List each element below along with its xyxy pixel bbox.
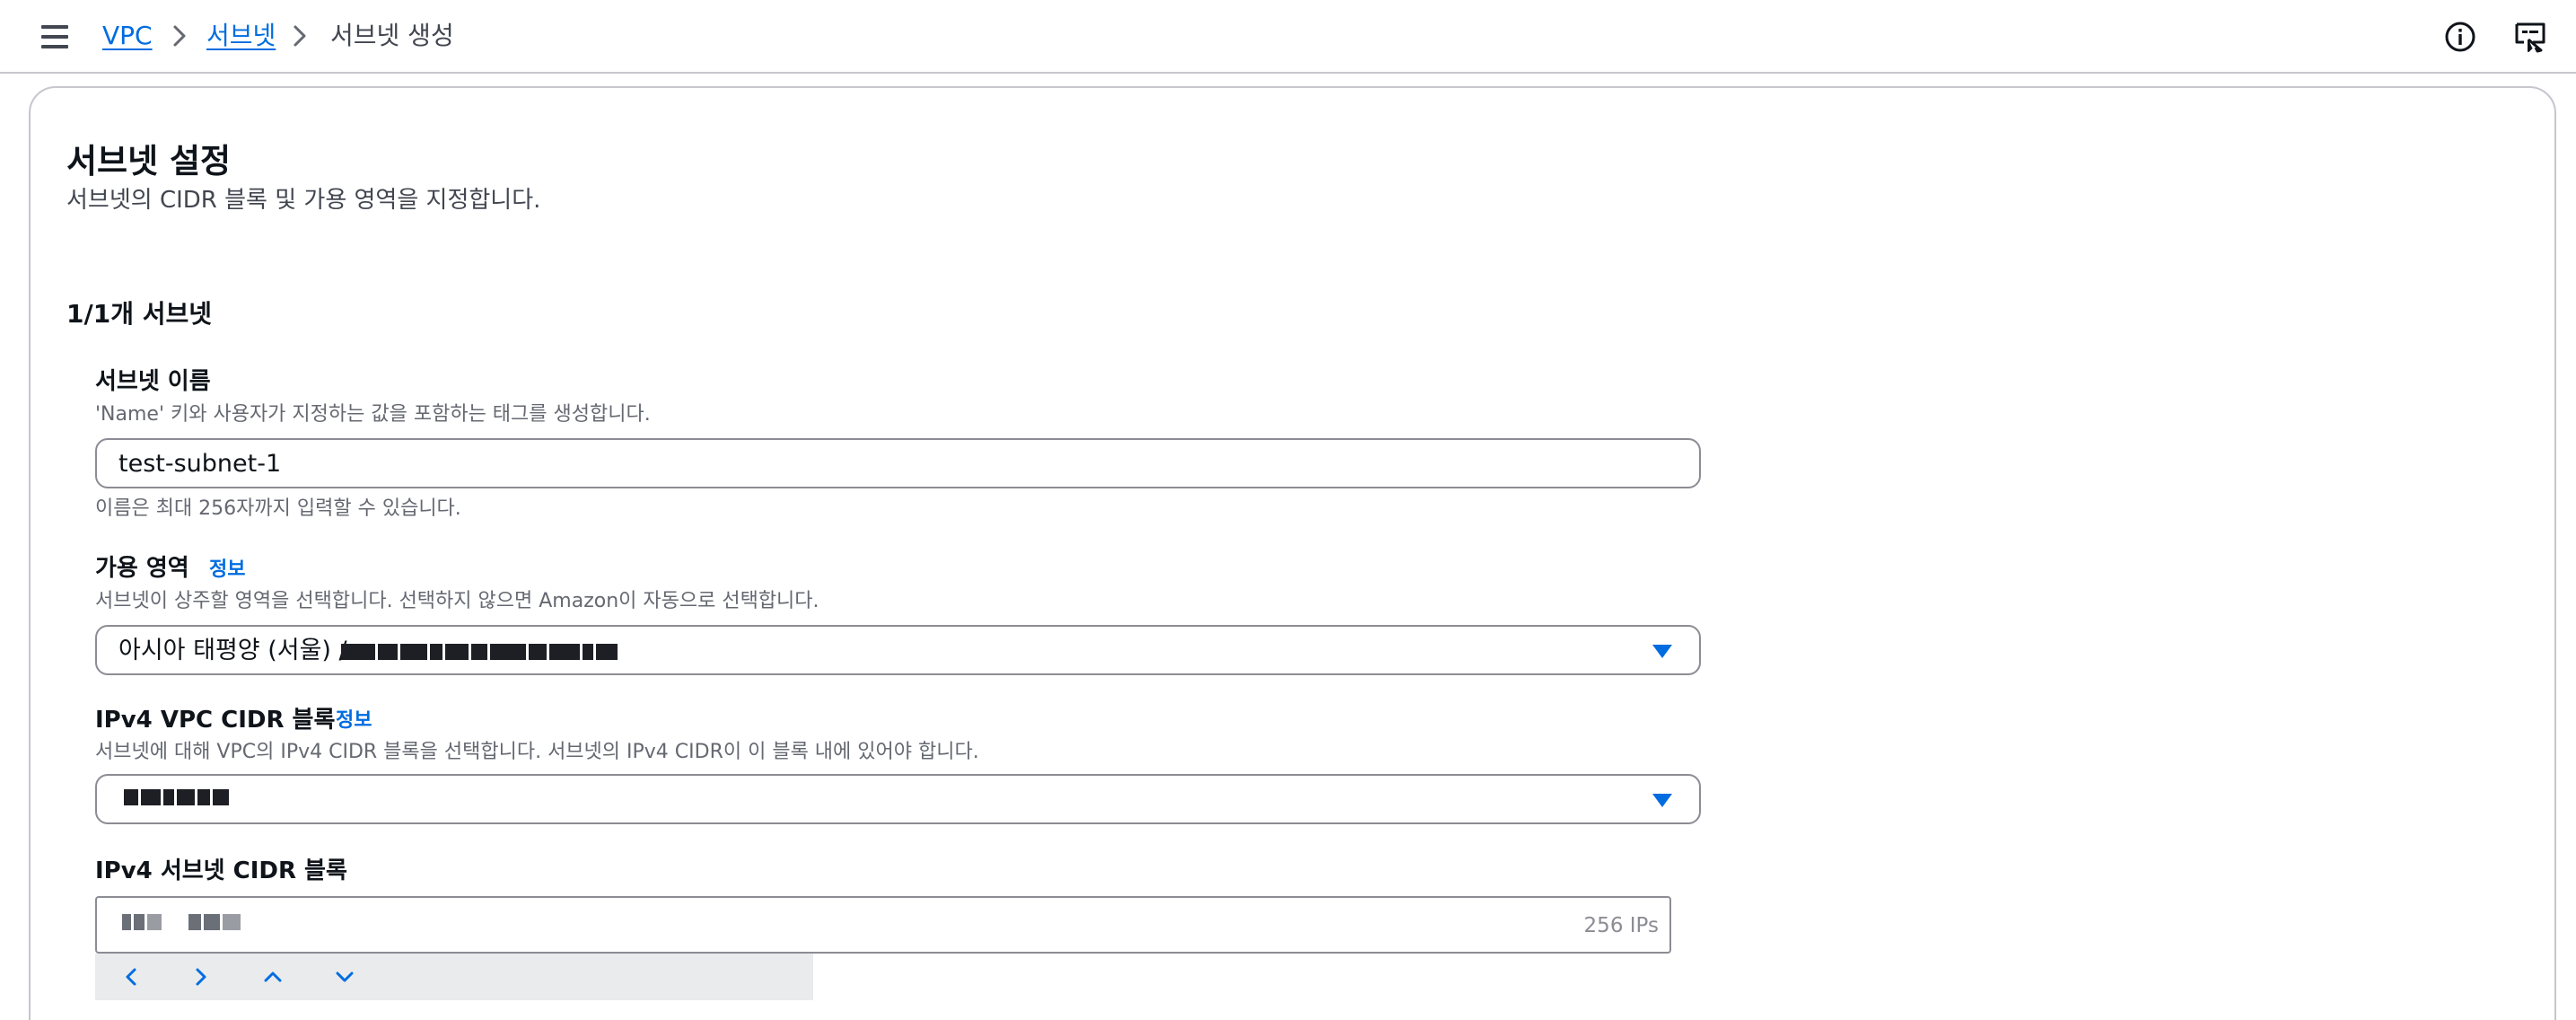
info-circle-icon[interactable] bbox=[2443, 20, 2477, 54]
availability-zone-select[interactable]: 아시아 태평양 (서울) / bbox=[95, 625, 1701, 675]
availability-zone-info-link[interactable]: 정보 bbox=[209, 557, 245, 584]
section-title: 서브넷 설정 bbox=[66, 142, 232, 180]
subnet-name-label: 서브넷 이름 bbox=[95, 368, 211, 395]
hamburger-menu-icon[interactable] bbox=[41, 25, 68, 48]
vpc-cidr-hint: 서브넷에 대해 VPC의 IPv4 CIDR 블록을 선택합니다. 서브넷의 I… bbox=[95, 741, 979, 763]
top-navigation-bar: VPC 서브넷 서브넷 생성 bbox=[0, 0, 2576, 74]
subnet-name-value: test-subnet-1 bbox=[118, 450, 282, 478]
availability-zone-hint: 서브넷이 상주할 영역을 선택합니다. 선택하지 않으면 Amazon이 자동으… bbox=[95, 590, 819, 612]
subnet-ip-count: 256 IPs bbox=[1583, 914, 1659, 937]
chevron-right-icon bbox=[294, 25, 306, 47]
redacted-vpc-cidr bbox=[124, 789, 232, 805]
chevron-right-icon[interactable] bbox=[187, 963, 215, 991]
subnet-cidr-stepper bbox=[95, 954, 813, 1000]
availability-zone-value: 아시아 태평양 (서울) / bbox=[118, 637, 347, 664]
redacted-zone-id bbox=[341, 644, 620, 660]
availability-zone-label: 가용 영역 bbox=[95, 555, 189, 582]
breadcrumb-subnets[interactable]: 서브넷 bbox=[206, 20, 276, 52]
subnet-name-input[interactable]: test-subnet-1 bbox=[95, 438, 1701, 488]
subnet-count-title: 1/1개 서브넷 bbox=[66, 299, 212, 329]
redacted-subnet-cidr bbox=[122, 914, 243, 930]
chevron-down-icon[interactable] bbox=[330, 963, 359, 991]
chevron-left-icon[interactable] bbox=[117, 963, 145, 991]
subnet-name-hint: 'Name' 키와 사용자가 지정하는 값을 포함하는 태그를 생성합니다. bbox=[95, 403, 651, 426]
subnet-name-constraint: 이름은 최대 256자까지 입력할 수 있습니다. bbox=[95, 497, 461, 520]
chevron-down-icon bbox=[1652, 794, 1672, 807]
subnet-cidr-input[interactable]: 256 IPs bbox=[95, 896, 1671, 954]
vpc-cidr-info-link[interactable]: 정보 bbox=[336, 708, 372, 734]
subnet-settings-container bbox=[29, 86, 2556, 1020]
breadcrumb-current: 서브넷 생성 bbox=[330, 21, 454, 50]
vpc-cidr-label: IPv4 VPC CIDR 블록 bbox=[95, 707, 336, 734]
section-description: 서브넷의 CIDR 블록 및 가용 영역을 지정합니다. bbox=[66, 187, 541, 214]
vpc-cidr-select[interactable] bbox=[95, 774, 1701, 824]
breadcrumb-vpc[interactable]: VPC bbox=[102, 20, 153, 52]
chevron-right-icon bbox=[173, 25, 186, 47]
subnet-cidr-label: IPv4 서브넷 CIDR 블록 bbox=[95, 857, 347, 884]
chevron-down-icon bbox=[1652, 645, 1672, 658]
chevron-up-icon[interactable] bbox=[258, 963, 287, 991]
screen-feedback-icon[interactable] bbox=[2513, 20, 2547, 54]
